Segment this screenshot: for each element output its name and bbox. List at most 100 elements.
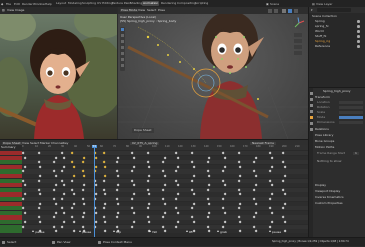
camera-view-icon[interactable]	[294, 45, 302, 49]
outliner-panel[interactable]: ▾ Scene Collection Spring spring_fx Worl…	[308, 7, 365, 87]
marker-icon[interactable]	[79, 230, 82, 232]
keyframe[interactable]	[62, 211, 66, 215]
constraint-tab-icon[interactable]	[309, 128, 313, 131]
keyframe[interactable]	[283, 202, 287, 206]
channel-row[interactable]	[0, 201, 22, 206]
visibility-eye-icon[interactable]	[357, 35, 360, 38]
bone-tab-icon[interactable]	[309, 122, 313, 125]
move-tool-icon[interactable]	[121, 40, 124, 43]
keyframe[interactable]	[283, 165, 287, 169]
ref-image-menu[interactable]: Image	[15, 9, 24, 12]
channel-row[interactable]	[0, 187, 22, 192]
current-frame-indicator[interactable]	[93, 145, 95, 237]
keyframe[interactable]	[23, 211, 27, 215]
marker-label[interactable]: grab	[220, 230, 227, 234]
visibility-eye-icon[interactable]	[357, 45, 360, 48]
track-row[interactable]	[22, 160, 308, 165]
location-field[interactable]	[339, 100, 363, 104]
channel-row[interactable]	[0, 220, 22, 225]
marker-icon[interactable]	[269, 230, 271, 232]
summary-channel[interactable]: Summary	[1, 146, 16, 149]
properties-panel[interactable]: Spring_high_proxy Transform Location Rot…	[308, 87, 365, 247]
select-tool-icon[interactable]	[121, 28, 124, 31]
tool-tab-icon[interactable]	[309, 92, 313, 95]
keyframe[interactable]	[37, 179, 41, 183]
outliner-scene-collection[interactable]: Scene Collection	[312, 15, 337, 18]
vp-pose-menu[interactable]: Pose	[158, 9, 165, 12]
current-frame-label[interactable]: 55	[91, 145, 98, 148]
keyframe[interactable]	[192, 202, 196, 206]
channel-row[interactable]	[0, 224, 22, 229]
visibility-eye-icon[interactable]	[357, 30, 360, 33]
scale-tool-icon[interactable]	[121, 52, 124, 55]
marker-icon[interactable]	[32, 230, 35, 232]
menu-edit[interactable]: Edit	[14, 2, 20, 6]
keyframe[interactable]	[132, 156, 136, 160]
mode-selector[interactable]: Pose Mode	[120, 9, 139, 12]
channel-row[interactable]	[0, 210, 22, 215]
visibility-eye-icon[interactable]	[357, 20, 360, 23]
channel-row[interactable]	[0, 164, 22, 169]
transform-panel-header[interactable]: Transform	[315, 96, 330, 99]
keyframe[interactable]	[270, 211, 274, 215]
custom-properties-panel-header[interactable]: Custom Properties	[315, 202, 343, 205]
navigation-gizmo-icon[interactable]	[292, 16, 306, 30]
channel-row[interactable]	[0, 151, 22, 156]
marker-icon[interactable]	[113, 230, 115, 232]
zoom-icon[interactable]	[294, 33, 302, 37]
xray-icon[interactable]	[274, 8, 278, 13]
outliner-item[interactable]: Spring	[315, 20, 325, 23]
track-row[interactable]	[22, 169, 308, 174]
menu-window[interactable]: Window	[33, 2, 45, 6]
tab-sculpting[interactable]: Sculpting	[81, 1, 97, 6]
outliner-item[interactable]: Spring_rig	[315, 40, 330, 43]
overlay-icon[interactable]	[268, 8, 272, 13]
channel-row[interactable]	[0, 206, 22, 211]
keyframe[interactable]	[62, 165, 66, 169]
view-layer-selector[interactable]: View Layer	[316, 2, 332, 6]
ortho-toggle-icon[interactable]	[294, 51, 302, 55]
transform-tool-icon[interactable]	[121, 58, 124, 61]
outliner-search-input[interactable]	[317, 8, 351, 12]
scene-tab-icon[interactable]	[309, 110, 313, 113]
channel-row[interactable]	[0, 192, 22, 197]
relations-panel-header[interactable]: Relations	[315, 128, 329, 131]
reference-image-viewer[interactable]	[0, 7, 117, 139]
material-shading-icon[interactable]	[288, 8, 292, 13]
channel-row[interactable]	[0, 229, 22, 234]
display-panel-header[interactable]: Display	[315, 184, 326, 187]
marker-icon[interactable]	[217, 230, 219, 232]
pose-library-panel-header[interactable]: Pose Library	[315, 134, 333, 137]
tab-layout[interactable]: Layout	[55, 1, 67, 6]
marker-label[interactable]: pause	[82, 230, 91, 234]
outliner-item[interactable]: spring_fx	[315, 25, 329, 28]
rotation-mode-field[interactable]	[339, 115, 363, 119]
rotate-tool-icon[interactable]	[121, 46, 124, 49]
tab-rendering[interactable]: Rendering	[160, 1, 177, 6]
marker-icon[interactable]	[185, 230, 188, 232]
image-editor-icon[interactable]: ▧	[2, 9, 5, 12]
cursor-tool-icon[interactable]	[121, 34, 124, 37]
dopesheet-editor[interactable]: 0 10 20 30 40 50 60 70 80 90 100 110 120 130 140 150 160…	[0, 145, 308, 237]
channel-row[interactable]	[0, 197, 22, 202]
track-row[interactable]	[22, 197, 308, 202]
marker-label[interactable]: trip	[116, 230, 121, 234]
tab-animation[interactable]: Animation	[142, 1, 160, 6]
scene-selector[interactable]: Scene	[270, 2, 279, 6]
keyframe[interactable]	[54, 202, 58, 206]
channel-row[interactable]	[0, 174, 22, 179]
keyframe[interactable]	[270, 165, 274, 169]
marker-label[interactable]: pause	[272, 230, 281, 234]
channel-row[interactable]	[0, 178, 22, 183]
marker-label[interactable]: lift	[189, 230, 193, 234]
keyframe[interactable]	[23, 165, 27, 169]
marker-icon[interactable]	[149, 230, 152, 232]
channel-row[interactable]	[0, 183, 22, 188]
motion-paths-panel-header[interactable]: Motion Paths	[315, 146, 334, 149]
render-tab-icon[interactable]	[309, 98, 313, 101]
keyframe[interactable]	[206, 225, 210, 229]
rotation-field[interactable]	[339, 105, 363, 109]
track-row[interactable]	[22, 178, 308, 183]
menu-file[interactable]: File	[6, 2, 11, 6]
tab-scripting[interactable]: Scripting	[194, 1, 209, 6]
